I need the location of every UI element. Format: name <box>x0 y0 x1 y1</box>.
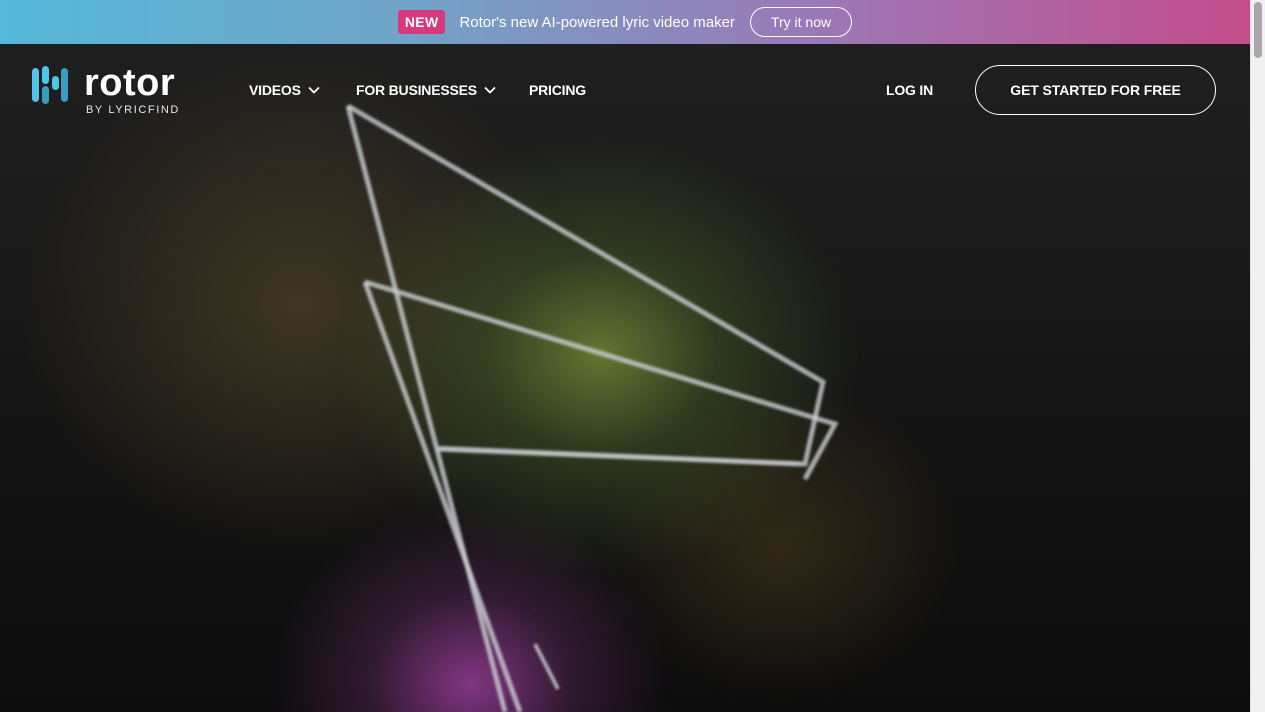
get-started-button[interactable]: GET STARTED FOR FREE <box>975 65 1216 115</box>
logo-subtitle: BY LYRICFIND <box>86 104 180 116</box>
banner-text: Rotor's new AI-powered lyric video maker <box>459 13 735 31</box>
chevron-down-icon <box>484 86 496 94</box>
hero-section <box>0 44 1250 712</box>
announcement-banner: NEW Rotor's new AI-powered lyric video m… <box>0 0 1250 44</box>
chevron-down-icon <box>308 86 320 94</box>
vertical-scrollbar[interactable] <box>1250 0 1265 712</box>
login-link[interactable]: LOG IN <box>886 82 933 98</box>
nav-pricing[interactable]: PRICING <box>529 82 586 98</box>
nav-for-businesses[interactable]: FOR BUSINESSES <box>356 82 496 98</box>
rotor-logo-icon <box>32 66 70 104</box>
hero-abstract-shapes <box>345 103 839 712</box>
try-it-now-button[interactable]: Try it now <box>749 7 853 37</box>
logo-wordmark: rotor <box>84 62 176 104</box>
main-navigation: rotor BY LYRICFIND VIDEOS FOR BUSINESSES… <box>0 44 1250 138</box>
nav-videos[interactable]: VIDEOS <box>249 82 320 98</box>
logo-link[interactable]: rotor BY LYRICFIND <box>32 62 180 116</box>
scrollbar-thumb[interactable] <box>1254 2 1262 58</box>
new-badge: NEW <box>397 10 446 34</box>
nav-pricing-label: PRICING <box>529 82 586 98</box>
page: NEW Rotor's new AI-powered lyric video m… <box>0 0 1265 712</box>
nav-videos-label: VIDEOS <box>249 82 301 98</box>
hero-triangle-outline <box>346 103 826 467</box>
nav-for-businesses-label: FOR BUSINESSES <box>356 82 477 98</box>
